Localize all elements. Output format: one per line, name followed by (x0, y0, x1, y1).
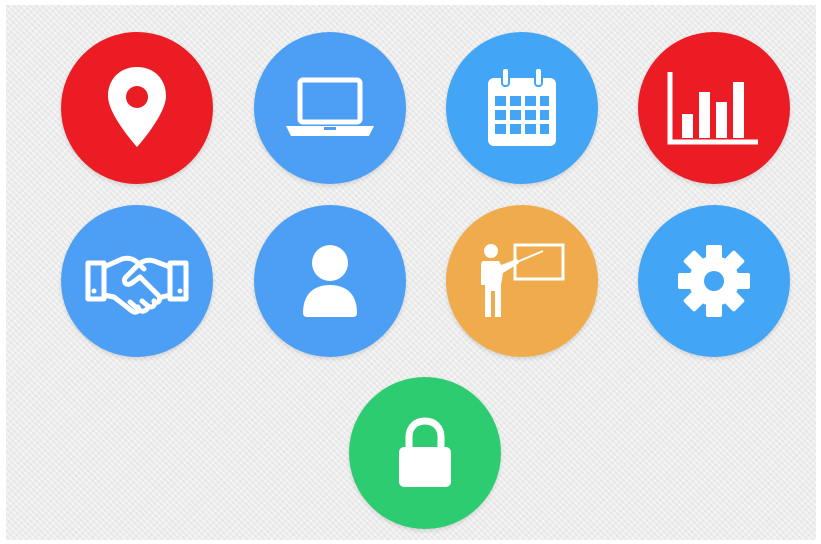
laptop-tile[interactable] (254, 32, 406, 184)
icon-grid-canvas (6, 5, 816, 540)
lock-icon (399, 417, 451, 487)
calendar-tile[interactable] (446, 32, 598, 184)
calendar-icon (488, 67, 556, 146)
gear-icon (678, 245, 750, 317)
laptop-icon (286, 77, 374, 136)
bar-chart-icon (667, 72, 758, 145)
presenter-icon (481, 243, 565, 317)
user-tile[interactable] (254, 205, 406, 357)
partnership-tile[interactable] (61, 205, 213, 357)
map-pin-icon (108, 67, 166, 147)
presentation-tile[interactable] (446, 205, 598, 357)
user-icon (303, 245, 357, 317)
security-tile[interactable] (349, 377, 501, 529)
settings-tile[interactable] (638, 205, 790, 357)
analytics-tile[interactable] (638, 32, 790, 184)
location-tile[interactable] (61, 32, 213, 184)
handshake-icon (85, 255, 189, 315)
